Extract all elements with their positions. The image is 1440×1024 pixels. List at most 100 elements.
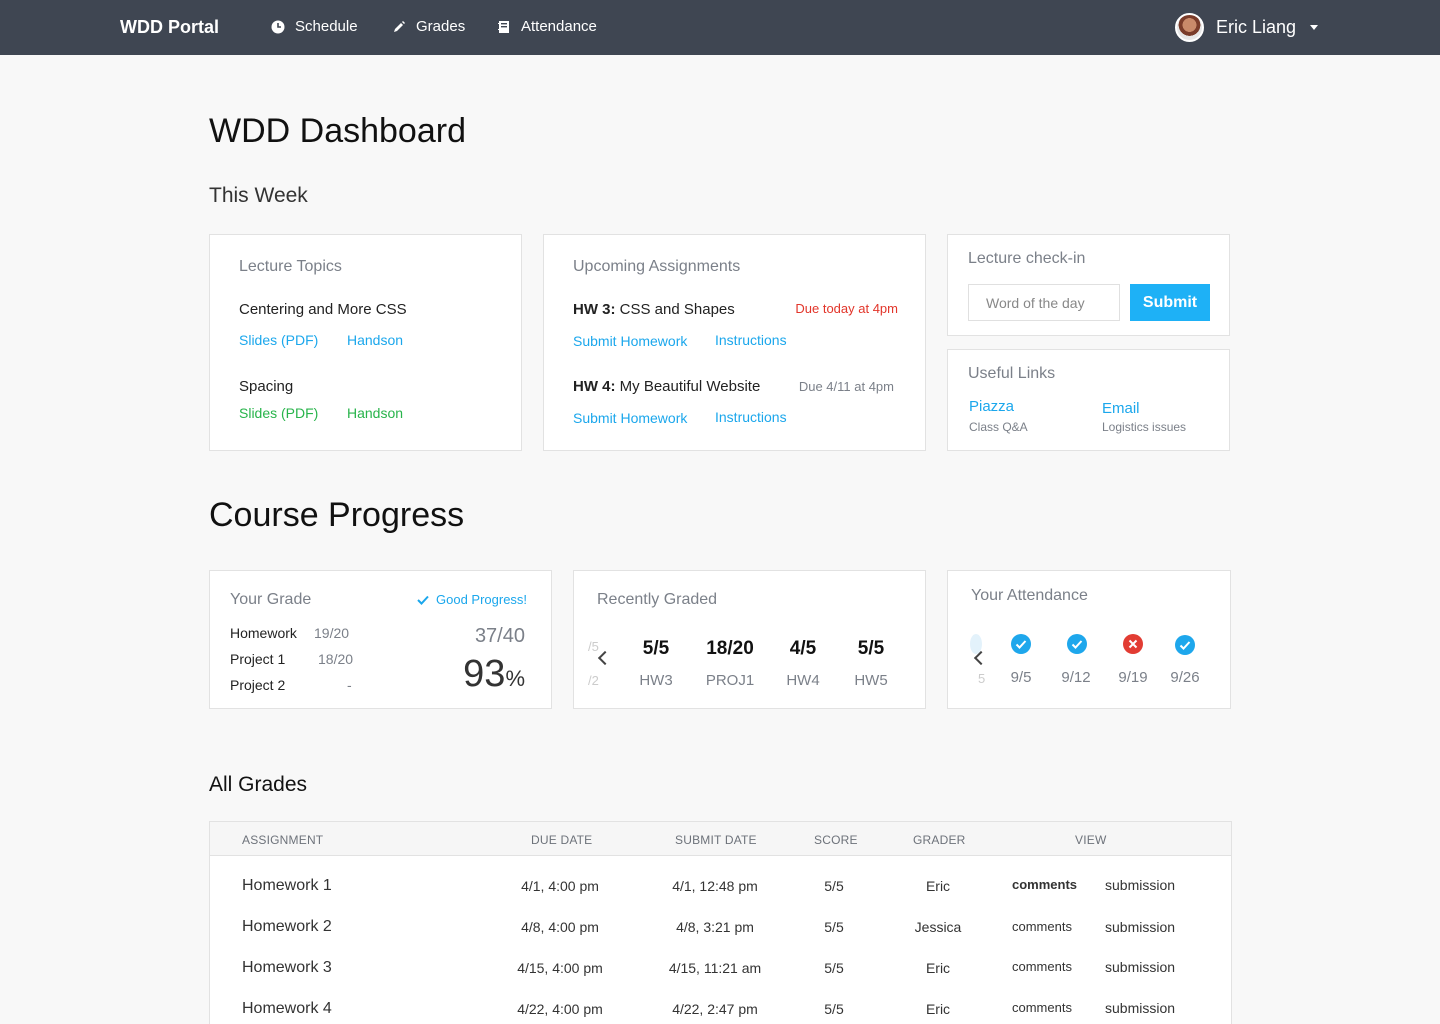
comments-link[interactable]: comments <box>1012 877 1077 892</box>
upcoming-assignments-card: Upcoming Assignments HW 3: CSS and Shape… <box>543 234 926 451</box>
assignment-cell: Homework 2 <box>242 918 332 935</box>
nav-label-attendance: Attendance <box>521 18 597 35</box>
grader-cell: Eric <box>925 1001 951 1017</box>
score-cell: 5/5 <box>824 960 844 976</box>
nav-item-attendance[interactable]: Attendance <box>497 18 597 35</box>
partial-label: /2 <box>588 673 599 688</box>
card-title: Upcoming Assignments <box>573 258 741 275</box>
attendance-date: 9/5 <box>1010 669 1032 686</box>
partial-score: /5 <box>588 639 599 654</box>
grader-cell: Eric <box>925 960 951 976</box>
assignment-cell: Homework 1 <box>242 877 332 894</box>
x-circle-icon <box>1123 634 1143 654</box>
comments-link[interactable]: comments <box>1012 959 1072 974</box>
user-menu[interactable]: Eric Liang <box>1174 13 1318 42</box>
attendance-date: 9/26 <box>1170 669 1200 686</box>
comments-link[interactable]: comments <box>1012 1000 1072 1015</box>
submit-date-cell: 4/22, 2:47 pm <box>672 1001 758 1017</box>
due-date: Due today at 4pm <box>795 301 898 316</box>
partial-date: 5 <box>978 671 986 686</box>
slides-link[interactable]: Slides (PDF) <box>239 405 318 421</box>
brand-logo[interactable]: WDD Portal <box>120 17 219 38</box>
column-header: SUBMIT DATE <box>675 833 757 847</box>
checkmark-icon <box>417 595 429 605</box>
link-description: Class Q&A <box>969 420 1028 434</box>
grade-percent: 93% <box>463 653 525 696</box>
score-cell: 5/5 <box>824 1001 844 1017</box>
topic-name: Spacing <box>239 378 294 395</box>
grade-row-value: 18/20 <box>318 651 354 667</box>
all-grades-heading: All Grades <box>209 773 308 796</box>
assignment-title: HW 4: My Beautiful Website <box>573 378 760 395</box>
progress-status: Good Progress! <box>417 592 527 607</box>
comments-link[interactable]: comments <box>1012 919 1072 934</box>
assignment-code: HW 3: <box>573 301 616 318</box>
assignment-code: HW 4: <box>573 378 616 395</box>
instructions-link[interactable]: Instructions <box>715 409 787 425</box>
assignment-name: CSS and Shapes <box>619 301 735 318</box>
submission-link[interactable]: submission <box>1105 877 1175 893</box>
recent-label: HW3 <box>639 672 673 689</box>
lecture-topics-card: Lecture Topics Centering and More CSS Sl… <box>209 234 522 451</box>
grade-row-label: Project 1 <box>230 651 286 667</box>
nav-item-schedule[interactable]: Schedule <box>271 18 358 35</box>
card-title: Lecture Topics <box>239 258 342 275</box>
assignment-title: HW 3: CSS and Shapes <box>573 301 735 318</box>
recently-graded-card: Recently Graded /5 /2 5/5 HW3 18/20 PROJ… <box>573 570 926 709</box>
submission-link[interactable]: submission <box>1105 919 1175 935</box>
submission-link[interactable]: submission <box>1105 959 1175 975</box>
grade-total: 37/40 <box>474 625 525 647</box>
card-title: Your Attendance <box>971 587 1088 604</box>
submit-homework-link[interactable]: Submit Homework <box>573 410 687 426</box>
grade-row-value: - <box>347 677 352 693</box>
recent-score: 18/20 <box>706 638 754 659</box>
column-header: VIEW <box>1075 833 1107 847</box>
check-circle-icon <box>1067 634 1087 654</box>
due-date-cell: 4/22, 4:00 pm <box>517 1001 603 1017</box>
attendance-date: 9/19 <box>1118 669 1148 686</box>
email-link[interactable]: Email <box>1102 400 1140 417</box>
submit-homework-link[interactable]: Submit Homework <box>573 333 687 349</box>
card-title: Useful Links <box>968 365 1056 382</box>
piazza-link[interactable]: Piazza <box>969 398 1014 415</box>
your-grade-card: Your Grade Good Progress! Homework 19/20… <box>209 570 552 709</box>
slides-link[interactable]: Slides (PDF) <box>239 332 318 348</box>
grade-percent-sign: % <box>505 666 525 691</box>
notebook-icon <box>498 20 509 33</box>
due-date-cell: 4/15, 4:00 pm <box>517 960 603 976</box>
due-date-cell: 4/1, 4:00 pm <box>521 878 599 894</box>
attendance-date: 9/12 <box>1061 669 1091 686</box>
submit-date-cell: 4/15, 11:21 am <box>668 960 762 976</box>
lecture-checkin-card: Lecture check-in Submit <box>947 234 1230 336</box>
progress-status-text: Good Progress! <box>436 592 528 607</box>
card-title: Lecture check-in <box>968 250 1086 267</box>
recent-label: PROJ1 <box>705 672 755 689</box>
clock-icon <box>271 20 285 33</box>
chevron-down-icon <box>1310 25 1318 30</box>
nav-label-schedule: Schedule <box>295 18 358 35</box>
score-cell: 5/5 <box>824 919 844 935</box>
submission-link[interactable]: submission <box>1105 1000 1175 1016</box>
top-navbar: WDD Portal Schedule Grades Attendance Er… <box>0 0 1440 55</box>
handson-link[interactable]: Handson <box>347 332 403 348</box>
grade-row-value: 19/20 <box>314 625 350 641</box>
chevron-left-icon[interactable] <box>597 650 613 666</box>
submit-date-cell: 4/1, 12:48 pm <box>672 878 758 894</box>
word-of-day-input[interactable] <box>968 284 1120 321</box>
this-week-heading: This Week <box>209 184 308 207</box>
due-date-cell: 4/8, 4:00 pm <box>521 919 599 935</box>
column-header: GRADER <box>913 833 966 847</box>
handson-link[interactable]: Handson <box>347 405 403 421</box>
grader-cell: Eric <box>925 878 951 894</box>
avatar <box>1174 13 1204 42</box>
column-header: ASSIGNMENT <box>242 833 324 847</box>
recent-score: 5/5 <box>857 638 885 659</box>
recent-label: HW5 <box>854 672 888 689</box>
pencil-icon <box>394 20 405 32</box>
submit-button[interactable]: Submit <box>1130 284 1210 321</box>
grader-cell: Jessica <box>914 919 962 935</box>
nav-item-grades[interactable]: Grades <box>392 18 465 35</box>
course-progress-heading: Course Progress <box>209 496 465 534</box>
assignment-name: My Beautiful Website <box>619 378 761 395</box>
instructions-link[interactable]: Instructions <box>715 332 787 348</box>
